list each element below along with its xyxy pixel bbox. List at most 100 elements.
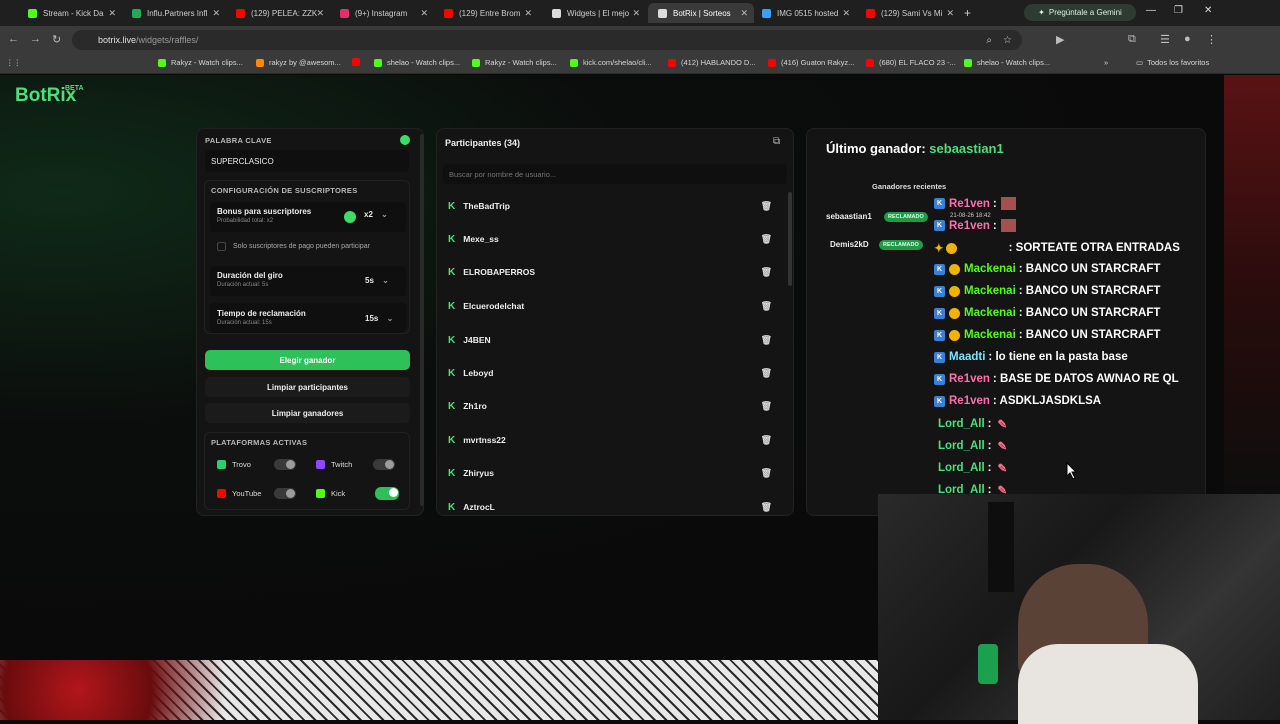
close-icon[interactable]: ✕	[842, 8, 850, 19]
info-icon[interactable]	[400, 135, 410, 145]
browser-tab[interactable]: Influ.Partners Infl ✕	[122, 3, 226, 23]
chat-text: : SORTEATE OTRA ENTRADAS	[1008, 242, 1180, 254]
botrix-logo[interactable]: BotRix BETA	[15, 85, 84, 107]
bonus-select[interactable]: x2 ⌄	[364, 210, 388, 219]
bookmark[interactable]: shelao - Watch clips...	[964, 58, 1050, 67]
bonus-info-icon[interactable]	[344, 211, 356, 223]
chat-text: : BANCO UN STARCRAFT	[1018, 285, 1161, 297]
browser-tab[interactable]: (129) Sami Vs Mi ✕	[856, 3, 960, 23]
platform-twitch: Twitch	[316, 460, 352, 469]
trash-icon[interactable]: 🗑	[761, 301, 772, 312]
apps-icon[interactable]: ⋮⋮	[6, 58, 21, 67]
trash-icon[interactable]: 🗑	[761, 234, 772, 245]
gemini-button[interactable]: ✦ Pregúntale a Gemini	[1024, 4, 1136, 21]
maximize-icon[interactable]: ❐	[1174, 5, 1183, 16]
participant-name: Mexe_ss	[463, 234, 499, 244]
choose-winner-button[interactable]: Elegir ganador	[205, 350, 410, 370]
browser-tab[interactable]: (129) PELEA: ZZK ✕	[226, 3, 330, 23]
youtube-toggle[interactable]	[274, 488, 296, 499]
trash-icon[interactable]: 🗑	[761, 502, 772, 513]
zoom-icon[interactable]: ⌕	[986, 35, 992, 46]
close-icon[interactable]: ✕	[946, 8, 954, 19]
trovo-toggle[interactable]	[274, 459, 296, 470]
trash-icon[interactable]: 🗑	[761, 267, 772, 278]
bookmark[interactable]: Rakyz - Watch clips...	[158, 58, 243, 67]
trash-icon[interactable]: 🗑	[761, 368, 772, 379]
bookmark[interactable]: Rakyz - Watch clips...	[472, 58, 557, 67]
bookmark-label: kick.com/shelao/cli...	[583, 58, 652, 67]
clear-participants-button[interactable]: Limpiar participantes	[205, 377, 410, 397]
settings-scrollbar[interactable]	[420, 134, 424, 506]
close-icon[interactable]: ✕	[212, 8, 220, 19]
star-icon[interactable]: ☆	[1003, 35, 1012, 46]
chevron-down-icon: ⌄	[381, 210, 388, 219]
bookmark[interactable]: shelao - Watch clips...	[374, 58, 460, 67]
kick-badge-icon: K	[934, 329, 945, 341]
close-icon[interactable]: ✕	[108, 8, 116, 19]
paid-only-checkbox[interactable]	[217, 242, 226, 251]
participants-scrollbar[interactable]	[788, 192, 792, 286]
kick-badge-icon: K	[934, 263, 945, 275]
browser-tab[interactable]: (129) Entre Brom ✕	[434, 3, 538, 23]
spin-select[interactable]: 5s ⌄	[365, 276, 389, 285]
participant-name: Elcuerodelchat	[463, 301, 525, 311]
mouse-cursor-icon	[1066, 462, 1078, 480]
browser-tab-active[interactable]: BotRix | Sorteos ✕	[648, 3, 754, 23]
kick-toggle[interactable]	[375, 487, 399, 500]
bookmark[interactable]	[352, 58, 365, 66]
profile-icon[interactable]: ●	[1184, 33, 1191, 45]
botrix-icon	[658, 8, 667, 18]
trash-icon[interactable]: 🗑	[761, 201, 772, 212]
close-icon[interactable]: ✕	[632, 8, 640, 19]
extensions-icon[interactable]: ⧉	[1128, 33, 1136, 46]
bookmark[interactable]: (412) HABLANDO D...	[668, 58, 756, 67]
bookmark[interactable]: (680) EL FLACO 23 -...	[866, 58, 956, 67]
clear-winners-button[interactable]: Limpiar ganadores	[205, 403, 410, 423]
reload-icon[interactable]: ↻	[52, 33, 61, 46]
url-input[interactable]: botrix.live/widgets/raffles/ ⌕ ☆	[72, 30, 1022, 50]
sidebar-icon[interactable]: ☰	[1160, 33, 1170, 46]
kick-icon	[472, 58, 480, 67]
kick-icon: K	[448, 233, 456, 245]
browser-tab[interactable]: (9+) Instagram ✕	[330, 3, 434, 23]
browser-tab[interactable]: Stream - Kick Da ✕	[18, 3, 122, 23]
bookmark[interactable]: rakyz by @awesom...	[256, 58, 341, 67]
forward-icon[interactable]: →	[30, 33, 41, 45]
bookmark[interactable]: kick.com/shelao/cli...	[570, 58, 652, 67]
close-icon[interactable]: ✕	[524, 8, 532, 19]
tab-label: Stream - Kick Da	[43, 8, 104, 18]
trovo-icon	[217, 460, 226, 469]
claim-select[interactable]: 15s ⌄	[365, 314, 393, 323]
back-icon[interactable]: ←	[8, 33, 19, 45]
browser-tab[interactable]: Widgets | El mejo ✕	[542, 3, 646, 23]
close-icon[interactable]: ✕	[316, 8, 324, 19]
copy-icon[interactable]: ⧉	[773, 136, 780, 147]
participant-row: K Zh1ro 🗑	[444, 393, 784, 419]
keyword-input[interactable]: SUPERCLASICO	[205, 150, 409, 172]
trash-icon[interactable]: 🗑	[761, 335, 772, 346]
youtube-icon	[352, 58, 360, 66]
minimize-icon[interactable]: —	[1146, 5, 1156, 16]
participant-name: mvrtnss22	[463, 435, 506, 445]
participant-search-input[interactable]	[443, 164, 787, 184]
trash-icon[interactable]: 🗑	[761, 468, 772, 479]
trash-icon[interactable]: 🗑	[761, 435, 772, 446]
new-tab-button[interactable]: +	[964, 3, 984, 23]
all-favorites[interactable]: ▭ Todos los favoritos	[1136, 58, 1209, 67]
bookmark[interactable]: (416) Guaton Rakyz...	[768, 58, 854, 67]
platform-label: Twitch	[331, 460, 353, 469]
close-icon[interactable]: ✕	[740, 8, 748, 19]
menu-icon[interactable]: ⋮	[1206, 33, 1217, 46]
browser-tab[interactable]: IMG 0515 hosted ✕	[752, 3, 856, 23]
sub-badge-icon	[949, 285, 960, 297]
sub-badge-icon	[945, 242, 957, 254]
twitch-toggle[interactable]	[373, 459, 395, 470]
bookmark-label: Rakyz - Watch clips...	[485, 58, 557, 67]
youtube-icon	[866, 58, 874, 67]
more-bookmarks-icon[interactable]: »	[1104, 58, 1108, 67]
window-close-icon[interactable]: ✕	[1204, 5, 1212, 16]
extension-icon[interactable]: ▶	[1056, 33, 1064, 46]
emote-icon: ✎	[997, 441, 1008, 453]
trash-icon[interactable]: 🗑	[761, 401, 772, 412]
close-icon[interactable]: ✕	[420, 8, 428, 19]
